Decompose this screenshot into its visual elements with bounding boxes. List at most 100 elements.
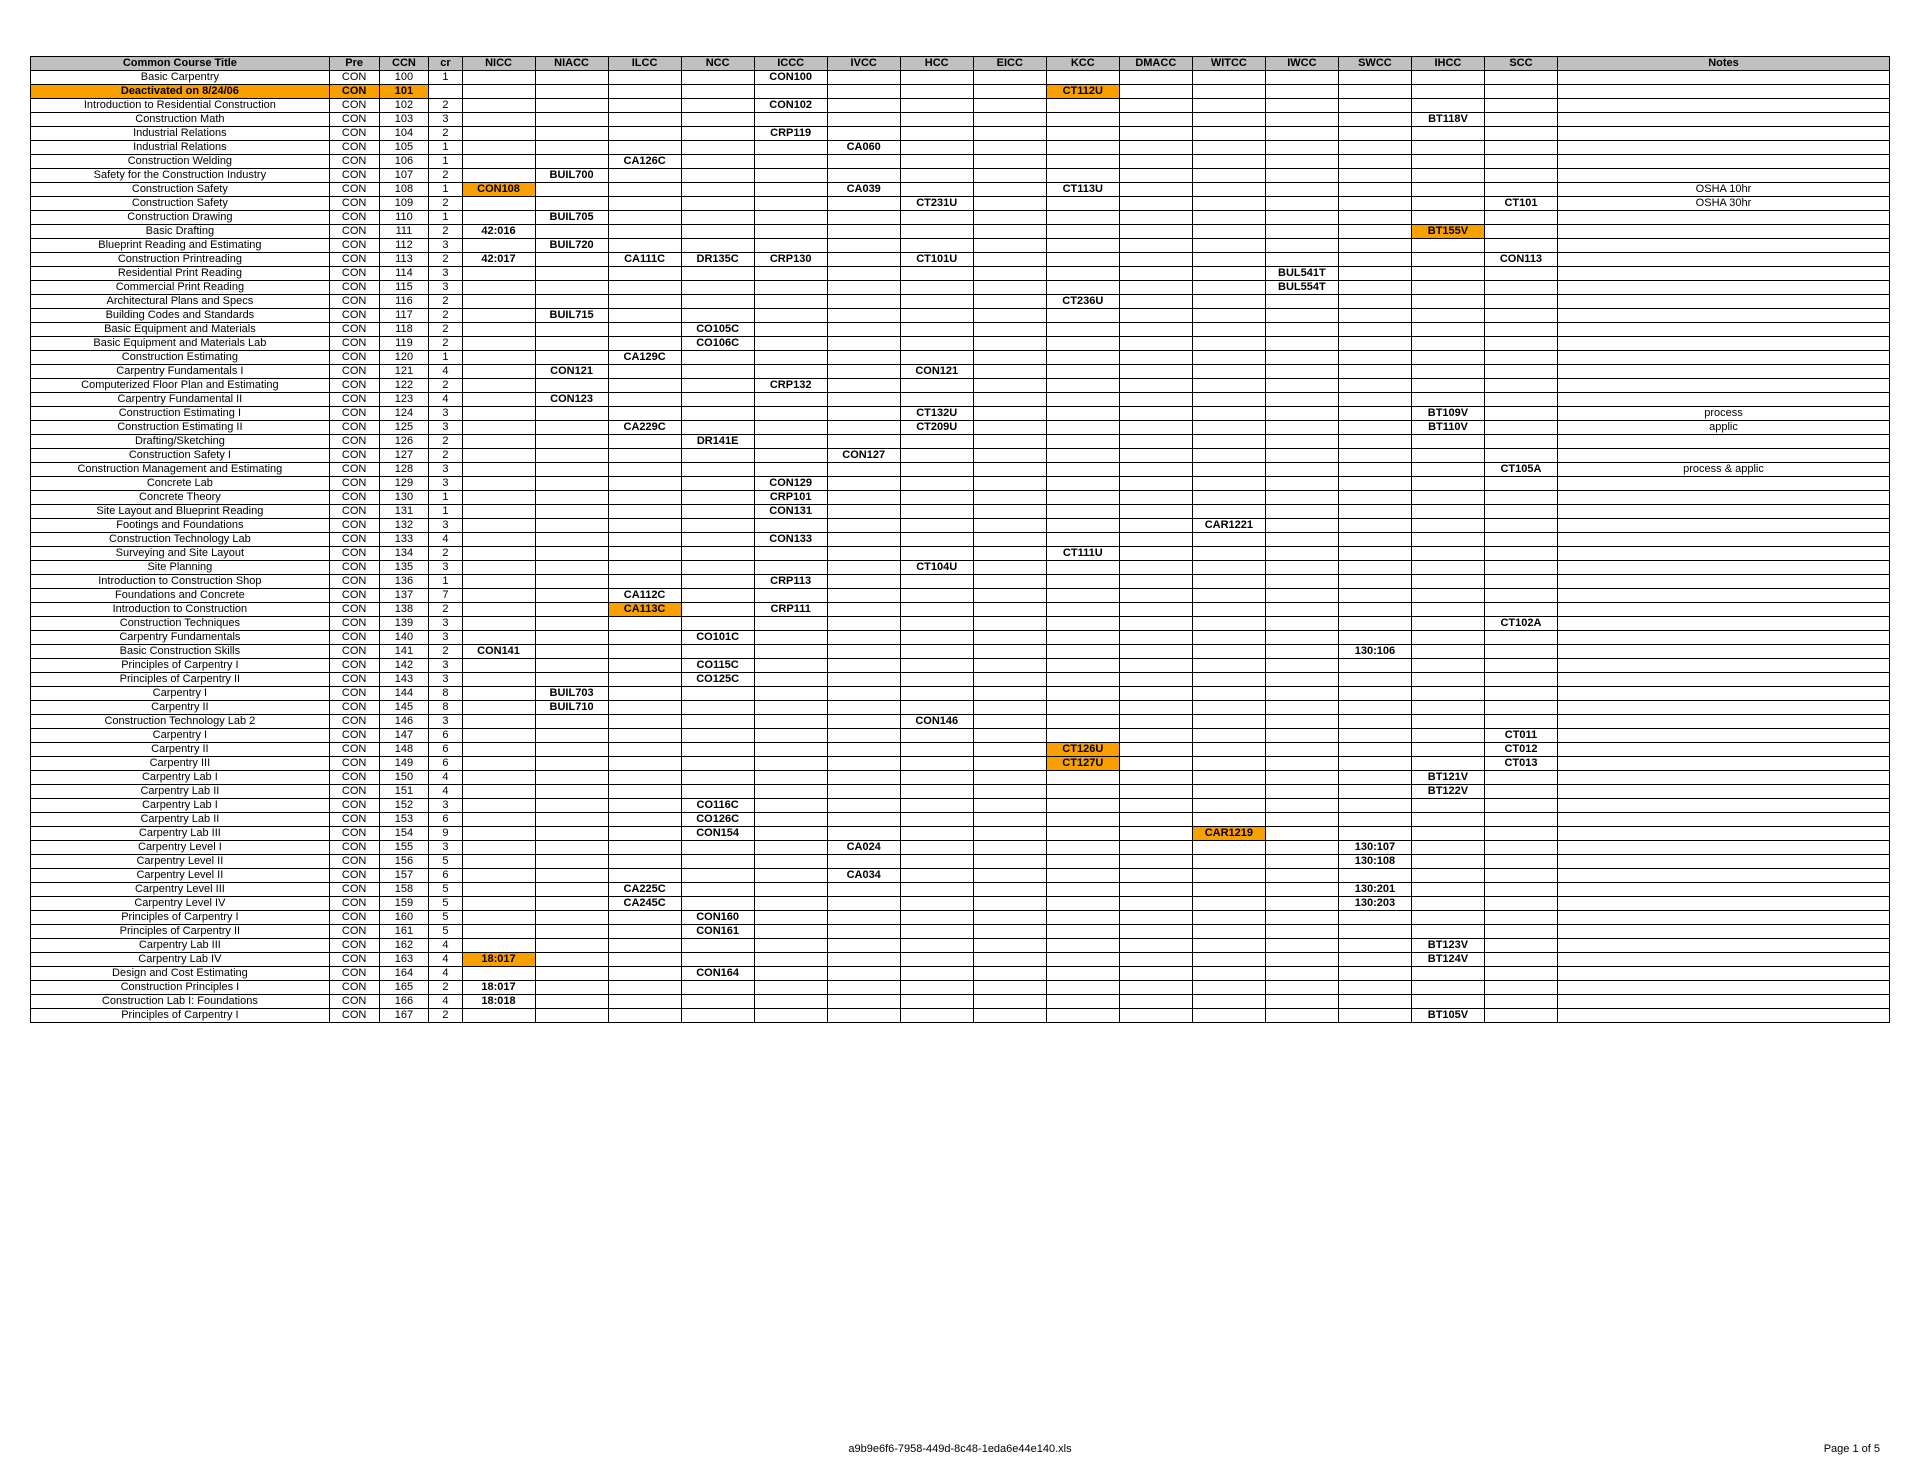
cell-ICCC: CON129 bbox=[754, 477, 827, 491]
cell-IHCC bbox=[1411, 169, 1484, 183]
cell-IWCC bbox=[1265, 505, 1338, 519]
cell-WITCC bbox=[1192, 967, 1265, 981]
table-row: Carpentry Lab IVCON163418:017BT124V bbox=[31, 953, 1890, 967]
cell-ICCC bbox=[754, 659, 827, 673]
cell-IHCC bbox=[1411, 239, 1484, 253]
cell-NCC: CON160 bbox=[681, 911, 754, 925]
cell-IVCC bbox=[827, 939, 900, 953]
cell-IHCC bbox=[1411, 435, 1484, 449]
table-row: Carpentry IIICON1496CT127UCT013 bbox=[31, 757, 1890, 771]
cell-SWCC bbox=[1338, 323, 1411, 337]
cell-KCC bbox=[1046, 407, 1119, 421]
cell-ILCC: CA129C bbox=[608, 351, 681, 365]
cell-NICC: CON141 bbox=[462, 645, 535, 659]
cell-HCC bbox=[900, 281, 973, 295]
cell-HCC: CT231U bbox=[900, 197, 973, 211]
cell-IHCC bbox=[1411, 827, 1484, 841]
cell-IWCC bbox=[1265, 981, 1338, 995]
cell-IHCC bbox=[1411, 449, 1484, 463]
cell-NICC bbox=[462, 169, 535, 183]
cell-ccn: 136 bbox=[379, 575, 429, 589]
cell-HCC bbox=[900, 673, 973, 687]
cell-ICCC bbox=[754, 897, 827, 911]
cell-NICC bbox=[462, 281, 535, 295]
col-HCC: HCC bbox=[900, 57, 973, 71]
cell-SCC bbox=[1484, 561, 1557, 575]
cell-pre: CON bbox=[329, 407, 379, 421]
cell-title: Carpentry Lab I bbox=[31, 771, 330, 785]
cell-NICC bbox=[462, 99, 535, 113]
cell-NCC: CO105C bbox=[681, 323, 754, 337]
cell-WITCC bbox=[1192, 855, 1265, 869]
cell-notes bbox=[1557, 85, 1889, 99]
cell-DMACC bbox=[1119, 911, 1192, 925]
cell-DMACC bbox=[1119, 617, 1192, 631]
cell-pre: CON bbox=[329, 379, 379, 393]
cell-DMACC bbox=[1119, 407, 1192, 421]
cell-SCC bbox=[1484, 85, 1557, 99]
cell-notes bbox=[1557, 309, 1889, 323]
cell-IWCC bbox=[1265, 967, 1338, 981]
cell-WITCC: CAR1221 bbox=[1192, 519, 1265, 533]
cell-NICC bbox=[462, 519, 535, 533]
cell-SCC bbox=[1484, 309, 1557, 323]
cell-IHCC bbox=[1411, 701, 1484, 715]
cell-cr: 3 bbox=[429, 799, 462, 813]
table-row: Construction EstimatingCON1201CA129C bbox=[31, 351, 1890, 365]
cell-title: Introduction to Construction bbox=[31, 603, 330, 617]
cell-notes bbox=[1557, 253, 1889, 267]
cell-HCC bbox=[900, 379, 973, 393]
cell-ICCC bbox=[754, 239, 827, 253]
cell-SWCC bbox=[1338, 631, 1411, 645]
table-row: Carpentry Fundamentals ICON1214CON121CON… bbox=[31, 365, 1890, 379]
cell-title: Construction Estimating II bbox=[31, 421, 330, 435]
cell-title: Carpentry Fundamentals bbox=[31, 631, 330, 645]
cell-HCC bbox=[900, 113, 973, 127]
cell-SWCC bbox=[1338, 617, 1411, 631]
cell-NICC bbox=[462, 897, 535, 911]
cell-pre: CON bbox=[329, 869, 379, 883]
cell-IVCC bbox=[827, 673, 900, 687]
cell-ICCC bbox=[754, 743, 827, 757]
cell-DMACC bbox=[1119, 589, 1192, 603]
col-NCC: NCC bbox=[681, 57, 754, 71]
cell-EICC bbox=[973, 225, 1046, 239]
cell-IWCC bbox=[1265, 99, 1338, 113]
cell-cr: 8 bbox=[429, 701, 462, 715]
cell-WITCC bbox=[1192, 197, 1265, 211]
cell-IVCC bbox=[827, 295, 900, 309]
cell-DMACC bbox=[1119, 561, 1192, 575]
cell-IHCC: BT155V bbox=[1411, 225, 1484, 239]
cell-NIACC bbox=[535, 855, 608, 869]
cell-HCC bbox=[900, 491, 973, 505]
cell-NICC bbox=[462, 421, 535, 435]
table-row: Concrete LabCON1293CON129 bbox=[31, 477, 1890, 491]
cell-ccn: 124 bbox=[379, 407, 429, 421]
cell-NCC bbox=[681, 295, 754, 309]
cell-SCC bbox=[1484, 603, 1557, 617]
cell-notes bbox=[1557, 477, 1889, 491]
cell-EICC bbox=[973, 113, 1046, 127]
cell-title: Carpentry I bbox=[31, 687, 330, 701]
cell-ICCC bbox=[754, 561, 827, 575]
cell-SCC bbox=[1484, 323, 1557, 337]
cell-pre: CON bbox=[329, 253, 379, 267]
cell-cr: 6 bbox=[429, 729, 462, 743]
cell-ILCC bbox=[608, 463, 681, 477]
cell-ccn: 138 bbox=[379, 603, 429, 617]
cell-title: Concrete Lab bbox=[31, 477, 330, 491]
cell-HCC bbox=[900, 841, 973, 855]
cell-ILCC bbox=[608, 309, 681, 323]
cell-SWCC bbox=[1338, 743, 1411, 757]
footer-filename: a9b9e6f6-7958-449d-8c48-1eda6e44e140.xls bbox=[848, 1443, 1071, 1455]
cell-IHCC bbox=[1411, 645, 1484, 659]
cell-title: Construction Techniques bbox=[31, 617, 330, 631]
cell-cr: 2 bbox=[429, 99, 462, 113]
cell-title: Construction Technology Lab 2 bbox=[31, 715, 330, 729]
cell-NCC bbox=[681, 281, 754, 295]
cell-HCC: CT132U bbox=[900, 407, 973, 421]
cell-WITCC bbox=[1192, 337, 1265, 351]
table-row: Carpentry Level IICON1565130:108 bbox=[31, 855, 1890, 869]
cell-KCC bbox=[1046, 309, 1119, 323]
cell-ccn: 134 bbox=[379, 547, 429, 561]
